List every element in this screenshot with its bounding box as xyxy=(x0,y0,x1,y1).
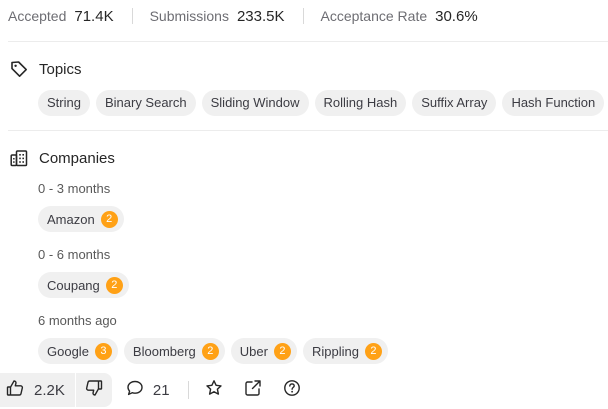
company-name: Google xyxy=(47,343,89,359)
stat-value: 71.4K xyxy=(74,7,114,25)
company-chip[interactable]: Rippling 2 xyxy=(302,338,388,364)
stat-label: Acceptance Rate xyxy=(320,8,428,24)
favorite-button[interactable] xyxy=(203,379,225,401)
company-chip[interactable]: Bloomberg 2 xyxy=(123,338,225,364)
company-chip[interactable]: Amazon 2 xyxy=(38,206,124,232)
section-divider xyxy=(8,41,608,42)
help-button[interactable] xyxy=(281,379,303,401)
speech-bubble-icon xyxy=(126,379,144,402)
question-circle-icon xyxy=(283,379,301,402)
company-count-badge: 2 xyxy=(364,342,382,360)
comments-count: 21 xyxy=(152,381,170,399)
building-icon xyxy=(10,149,28,167)
topic-tag[interactable]: Suffix Array xyxy=(412,90,497,116)
topic-tags: String Binary Search Sliding Window Roll… xyxy=(38,90,605,116)
comments-button[interactable]: 21 xyxy=(126,379,170,402)
company-name: Bloomberg xyxy=(132,343,196,359)
stat-value: 30.6% xyxy=(435,7,478,25)
stat-divider xyxy=(302,8,304,24)
company-list: Amazon 2 xyxy=(38,206,124,232)
like-count: 2.2K xyxy=(34,381,65,399)
company-chip[interactable]: Uber 2 xyxy=(230,338,297,364)
company-chip[interactable]: Coupang 2 xyxy=(38,272,129,298)
share-button[interactable] xyxy=(242,379,264,401)
company-count-badge: 3 xyxy=(94,342,112,360)
action-divider xyxy=(187,381,189,399)
stats-row: Accepted 71.4K Submissions 233.5K Accept… xyxy=(8,6,478,26)
company-period-label: 0 - 6 months xyxy=(38,247,111,262)
section-divider xyxy=(8,130,608,131)
like-button[interactable]: 2.2K xyxy=(0,373,75,407)
external-link-icon xyxy=(244,379,262,402)
star-icon xyxy=(205,379,223,402)
thumbs-down-icon xyxy=(85,379,103,402)
vote-group: 2.2K xyxy=(0,373,112,407)
company-name: Coupang xyxy=(47,277,100,293)
companies-title: Companies xyxy=(39,149,115,167)
topics-title: Topics xyxy=(39,60,82,78)
stat-label: Submissions xyxy=(149,8,229,24)
stat-label: Accepted xyxy=(8,8,67,24)
thumbs-up-icon xyxy=(6,379,24,402)
company-name: Uber xyxy=(239,343,268,359)
company-name: Rippling xyxy=(311,343,359,359)
company-list: Coupang 2 xyxy=(38,272,129,298)
topic-tag[interactable]: Rolling Hash xyxy=(314,90,407,116)
stat-divider xyxy=(131,8,133,24)
dislike-button[interactable] xyxy=(76,373,112,407)
stat-submissions: Submissions 233.5K xyxy=(150,8,285,25)
company-count-badge: 2 xyxy=(100,210,118,228)
topic-tag[interactable]: Sliding Window xyxy=(201,90,309,116)
company-period-label: 6 months ago xyxy=(38,313,117,328)
company-count-badge: 2 xyxy=(105,276,123,294)
company-name: Amazon xyxy=(47,211,95,227)
stat-accepted: Accepted 71.4K xyxy=(8,8,114,25)
action-bar: 2.2K 21 xyxy=(0,373,320,407)
company-chip[interactable]: Google 3 xyxy=(38,338,118,364)
topic-tag[interactable]: Binary Search xyxy=(95,90,196,116)
companies-header[interactable]: Companies xyxy=(10,147,115,169)
company-list: Google 3 Bloomberg 2 Uber 2 Rippling 2 xyxy=(38,338,388,364)
stat-value: 233.5K xyxy=(236,7,285,25)
topic-tag[interactable]: String xyxy=(38,90,90,116)
stat-acceptance-rate: Acceptance Rate 30.6% xyxy=(321,8,478,25)
company-period-label: 0 - 3 months xyxy=(38,181,111,196)
topics-header[interactable]: Topics xyxy=(10,58,82,80)
company-count-badge: 2 xyxy=(201,342,219,360)
topic-tag[interactable]: Hash Function xyxy=(502,90,605,116)
company-count-badge: 2 xyxy=(273,342,291,360)
tag-icon xyxy=(10,60,28,78)
